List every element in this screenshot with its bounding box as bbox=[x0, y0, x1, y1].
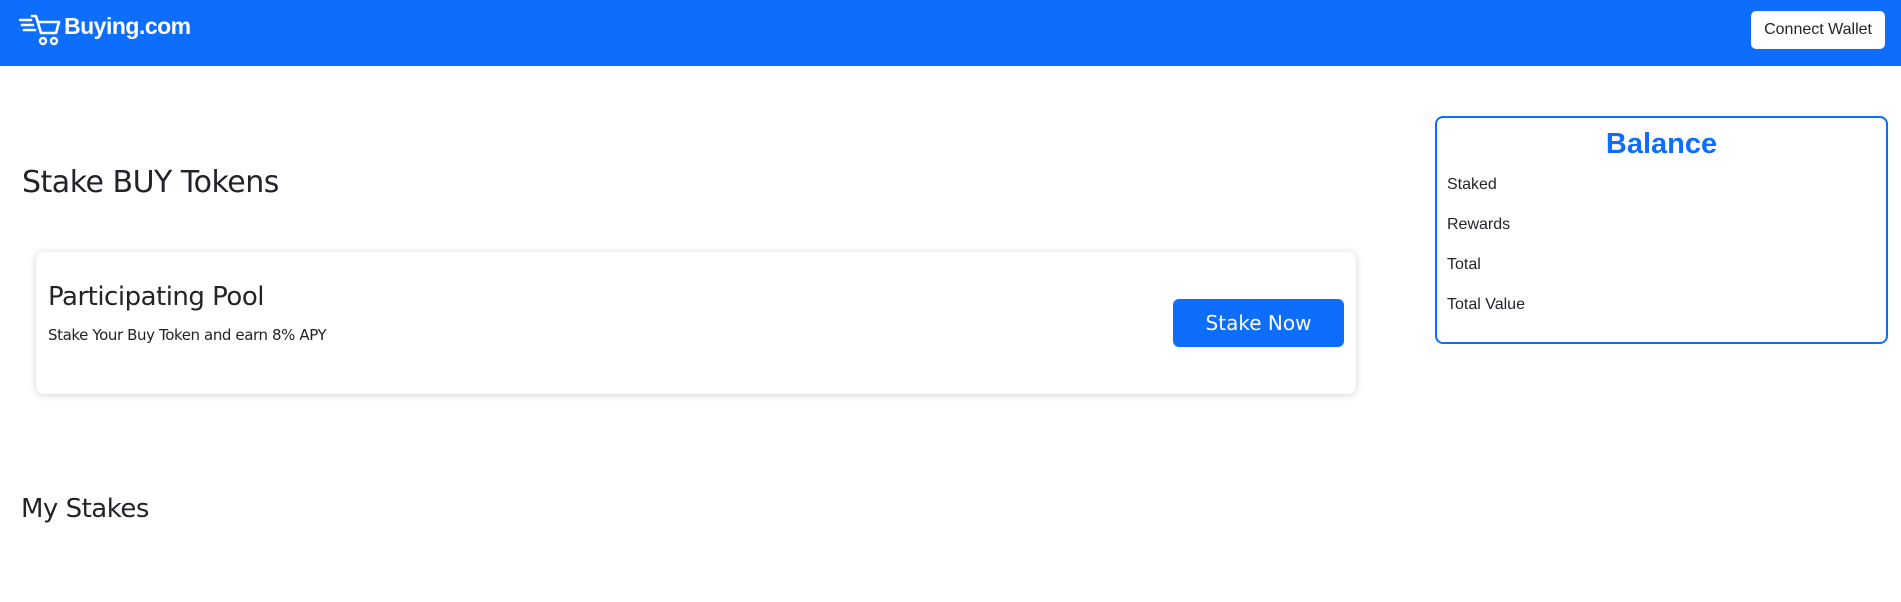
connect-wallet-button[interactable]: Connect Wallet bbox=[1751, 11, 1885, 49]
balance-item-total: Total bbox=[1447, 256, 1481, 273]
balance-item-staked: Staked bbox=[1447, 176, 1497, 193]
pool-card: Participating Pool Stake Your Buy Token … bbox=[36, 252, 1356, 394]
my-stakes-title: My Stakes bbox=[21, 494, 149, 524]
balance-item-rewards: Rewards bbox=[1447, 216, 1511, 233]
page-title: Stake BUY Tokens bbox=[22, 165, 279, 200]
stake-now-button[interactable]: Stake Now bbox=[1173, 299, 1344, 347]
balance-title: Balance bbox=[1605, 128, 1718, 160]
brand-logo[interactable]: Buying.com bbox=[19, 12, 191, 48]
balance-item-total-value: Total Value bbox=[1447, 296, 1525, 313]
top-navbar: Buying.com Connect Wallet bbox=[0, 0, 1901, 66]
pool-title: Participating Pool bbox=[48, 282, 264, 312]
brand-name: Buying.com bbox=[64, 12, 191, 39]
balance-list: Staked Rewards Total Total Value bbox=[1447, 176, 1525, 336]
balance-card: Balance Staked Rewards Total Total Value bbox=[1435, 116, 1888, 344]
pool-description: Stake Your Buy Token and earn 8% APY bbox=[48, 326, 327, 344]
shopping-cart-icon bbox=[19, 14, 61, 46]
